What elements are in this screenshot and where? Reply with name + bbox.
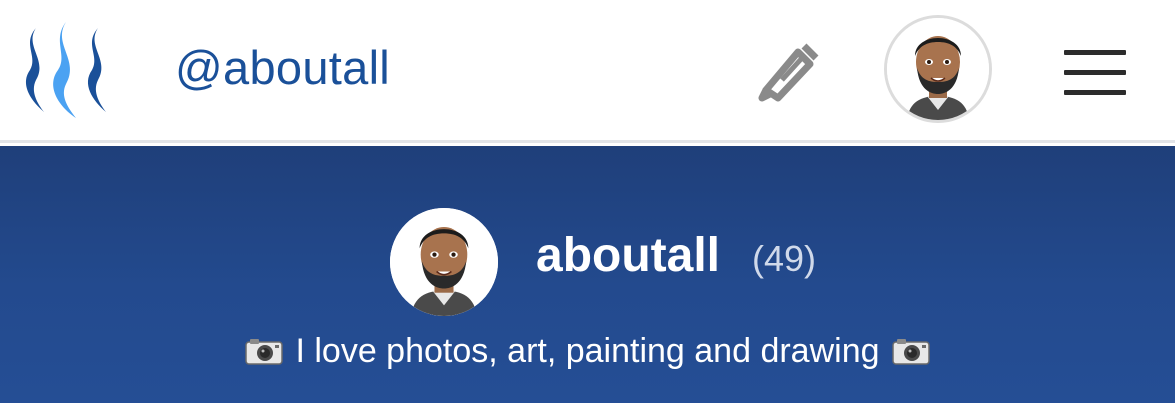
- camera-icon: [891, 339, 930, 365]
- camera-icon: [245, 339, 284, 365]
- profile-name: aboutall: [536, 229, 721, 282]
- about-text: I love photos, art, painting and drawing: [295, 331, 880, 370]
- account-name-link[interactable]: @aboutall: [175, 40, 390, 95]
- hamburger-menu-icon[interactable]: [1062, 44, 1128, 100]
- steem-logo-icon[interactable]: [22, 20, 124, 120]
- top-navigation-bar: @aboutall: [0, 0, 1175, 143]
- profile-about: I love photos, art, painting and drawing: [0, 329, 1175, 373]
- profile-banner: aboutall (49) I love photos, art, painti…: [0, 146, 1175, 403]
- reputation-score: (49): [752, 238, 817, 279]
- pencil-icon[interactable]: [752, 38, 820, 102]
- profile-avatar: [390, 208, 498, 316]
- user-avatar-icon[interactable]: [884, 15, 992, 123]
